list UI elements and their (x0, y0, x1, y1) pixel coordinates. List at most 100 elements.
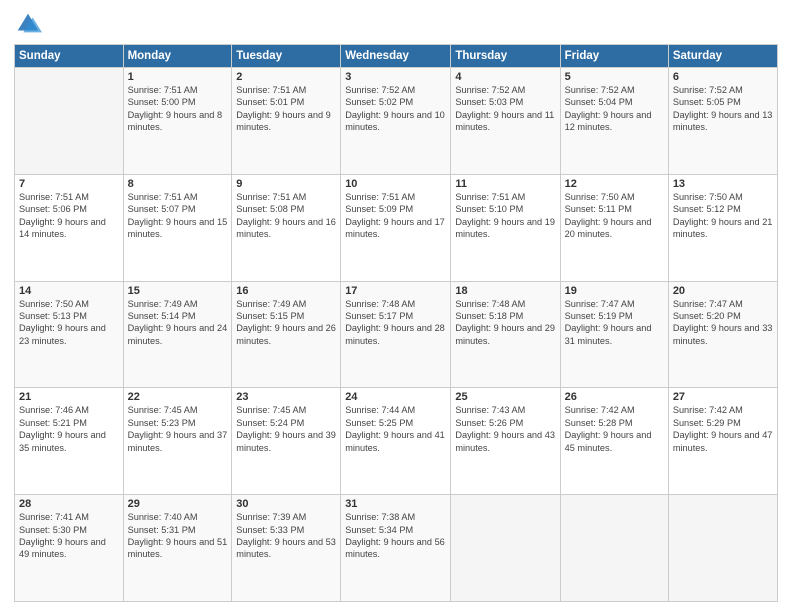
calendar-cell: 28Sunrise: 7:41 AMSunset: 5:30 PMDayligh… (15, 495, 124, 602)
day-info: Sunrise: 7:49 AMSunset: 5:14 PMDaylight:… (128, 298, 228, 348)
day-info: Sunrise: 7:52 AMSunset: 5:02 PMDaylight:… (345, 84, 446, 134)
day-info: Sunrise: 7:51 AMSunset: 5:09 PMDaylight:… (345, 191, 446, 241)
day-info: Sunrise: 7:49 AMSunset: 5:15 PMDaylight:… (236, 298, 336, 348)
day-info: Sunrise: 7:50 AMSunset: 5:13 PMDaylight:… (19, 298, 119, 348)
calendar-cell (15, 68, 124, 175)
day-number: 26 (565, 391, 664, 403)
day-info: Sunrise: 7:42 AMSunset: 5:28 PMDaylight:… (565, 404, 664, 454)
day-number: 23 (236, 391, 336, 403)
day-number: 21 (19, 391, 119, 403)
day-number: 5 (565, 71, 664, 83)
calendar-cell: 7Sunrise: 7:51 AMSunset: 5:06 PMDaylight… (15, 174, 124, 281)
calendar-cell: 26Sunrise: 7:42 AMSunset: 5:28 PMDayligh… (560, 388, 668, 495)
day-number: 4 (455, 71, 555, 83)
page-header (14, 10, 778, 38)
calendar-cell: 19Sunrise: 7:47 AMSunset: 5:19 PMDayligh… (560, 281, 668, 388)
day-number: 31 (345, 498, 446, 510)
day-info: Sunrise: 7:50 AMSunset: 5:12 PMDaylight:… (673, 191, 773, 241)
calendar-week-5: 28Sunrise: 7:41 AMSunset: 5:30 PMDayligh… (15, 495, 778, 602)
day-info: Sunrise: 7:48 AMSunset: 5:18 PMDaylight:… (455, 298, 555, 348)
calendar-cell: 31Sunrise: 7:38 AMSunset: 5:34 PMDayligh… (341, 495, 451, 602)
day-info: Sunrise: 7:38 AMSunset: 5:34 PMDaylight:… (345, 511, 446, 561)
day-number: 11 (455, 178, 555, 190)
day-info: Sunrise: 7:48 AMSunset: 5:17 PMDaylight:… (345, 298, 446, 348)
weekday-header-saturday: Saturday (668, 45, 777, 68)
weekday-header-tuesday: Tuesday (232, 45, 341, 68)
logo (14, 10, 46, 38)
day-number: 28 (19, 498, 119, 510)
calendar-cell: 18Sunrise: 7:48 AMSunset: 5:18 PMDayligh… (451, 281, 560, 388)
calendar-cell: 1Sunrise: 7:51 AMSunset: 5:00 PMDaylight… (123, 68, 232, 175)
calendar-cell: 27Sunrise: 7:42 AMSunset: 5:29 PMDayligh… (668, 388, 777, 495)
calendar-cell: 17Sunrise: 7:48 AMSunset: 5:17 PMDayligh… (341, 281, 451, 388)
calendar-cell: 20Sunrise: 7:47 AMSunset: 5:20 PMDayligh… (668, 281, 777, 388)
day-info: Sunrise: 7:50 AMSunset: 5:11 PMDaylight:… (565, 191, 664, 241)
day-number: 24 (345, 391, 446, 403)
calendar-cell: 21Sunrise: 7:46 AMSunset: 5:21 PMDayligh… (15, 388, 124, 495)
day-number: 1 (128, 71, 228, 83)
day-info: Sunrise: 7:51 AMSunset: 5:08 PMDaylight:… (236, 191, 336, 241)
calendar-cell: 9Sunrise: 7:51 AMSunset: 5:08 PMDaylight… (232, 174, 341, 281)
calendar-cell: 30Sunrise: 7:39 AMSunset: 5:33 PMDayligh… (232, 495, 341, 602)
day-number: 3 (345, 71, 446, 83)
day-number: 14 (19, 285, 119, 297)
day-number: 30 (236, 498, 336, 510)
weekday-header-thursday: Thursday (451, 45, 560, 68)
calendar-cell (668, 495, 777, 602)
day-number: 7 (19, 178, 119, 190)
calendar-cell: 13Sunrise: 7:50 AMSunset: 5:12 PMDayligh… (668, 174, 777, 281)
day-number: 2 (236, 71, 336, 83)
calendar-week-4: 21Sunrise: 7:46 AMSunset: 5:21 PMDayligh… (15, 388, 778, 495)
day-number: 6 (673, 71, 773, 83)
calendar-week-1: 1Sunrise: 7:51 AMSunset: 5:00 PMDaylight… (15, 68, 778, 175)
calendar-cell (560, 495, 668, 602)
day-info: Sunrise: 7:51 AMSunset: 5:00 PMDaylight:… (128, 84, 228, 134)
calendar-cell: 10Sunrise: 7:51 AMSunset: 5:09 PMDayligh… (341, 174, 451, 281)
calendar-cell: 12Sunrise: 7:50 AMSunset: 5:11 PMDayligh… (560, 174, 668, 281)
day-number: 9 (236, 178, 336, 190)
weekday-header-friday: Friday (560, 45, 668, 68)
calendar-cell: 25Sunrise: 7:43 AMSunset: 5:26 PMDayligh… (451, 388, 560, 495)
weekday-header-sunday: Sunday (15, 45, 124, 68)
day-info: Sunrise: 7:45 AMSunset: 5:24 PMDaylight:… (236, 404, 336, 454)
calendar-cell: 5Sunrise: 7:52 AMSunset: 5:04 PMDaylight… (560, 68, 668, 175)
calendar-page: SundayMondayTuesdayWednesdayThursdayFrid… (0, 0, 792, 612)
day-number: 17 (345, 285, 446, 297)
calendar-cell: 23Sunrise: 7:45 AMSunset: 5:24 PMDayligh… (232, 388, 341, 495)
day-info: Sunrise: 7:51 AMSunset: 5:06 PMDaylight:… (19, 191, 119, 241)
day-number: 19 (565, 285, 664, 297)
day-info: Sunrise: 7:43 AMSunset: 5:26 PMDaylight:… (455, 404, 555, 454)
calendar-cell: 3Sunrise: 7:52 AMSunset: 5:02 PMDaylight… (341, 68, 451, 175)
day-number: 22 (128, 391, 228, 403)
calendar-cell: 15Sunrise: 7:49 AMSunset: 5:14 PMDayligh… (123, 281, 232, 388)
logo-icon (14, 10, 42, 38)
day-info: Sunrise: 7:40 AMSunset: 5:31 PMDaylight:… (128, 511, 228, 561)
day-info: Sunrise: 7:46 AMSunset: 5:21 PMDaylight:… (19, 404, 119, 454)
day-number: 13 (673, 178, 773, 190)
day-info: Sunrise: 7:52 AMSunset: 5:03 PMDaylight:… (455, 84, 555, 134)
weekday-row: SundayMondayTuesdayWednesdayThursdayFrid… (15, 45, 778, 68)
calendar-cell: 6Sunrise: 7:52 AMSunset: 5:05 PMDaylight… (668, 68, 777, 175)
day-number: 25 (455, 391, 555, 403)
day-info: Sunrise: 7:39 AMSunset: 5:33 PMDaylight:… (236, 511, 336, 561)
day-number: 18 (455, 285, 555, 297)
day-info: Sunrise: 7:52 AMSunset: 5:04 PMDaylight:… (565, 84, 664, 134)
calendar-cell: 24Sunrise: 7:44 AMSunset: 5:25 PMDayligh… (341, 388, 451, 495)
day-number: 10 (345, 178, 446, 190)
day-info: Sunrise: 7:51 AMSunset: 5:07 PMDaylight:… (128, 191, 228, 241)
day-info: Sunrise: 7:42 AMSunset: 5:29 PMDaylight:… (673, 404, 773, 454)
calendar-cell (451, 495, 560, 602)
calendar-cell: 16Sunrise: 7:49 AMSunset: 5:15 PMDayligh… (232, 281, 341, 388)
calendar-cell: 4Sunrise: 7:52 AMSunset: 5:03 PMDaylight… (451, 68, 560, 175)
calendar-header: SundayMondayTuesdayWednesdayThursdayFrid… (15, 45, 778, 68)
calendar-cell: 29Sunrise: 7:40 AMSunset: 5:31 PMDayligh… (123, 495, 232, 602)
calendar-body: 1Sunrise: 7:51 AMSunset: 5:00 PMDaylight… (15, 68, 778, 602)
calendar-cell: 22Sunrise: 7:45 AMSunset: 5:23 PMDayligh… (123, 388, 232, 495)
calendar-week-2: 7Sunrise: 7:51 AMSunset: 5:06 PMDaylight… (15, 174, 778, 281)
day-number: 16 (236, 285, 336, 297)
calendar-table: SundayMondayTuesdayWednesdayThursdayFrid… (14, 44, 778, 602)
calendar-cell: 11Sunrise: 7:51 AMSunset: 5:10 PMDayligh… (451, 174, 560, 281)
calendar-cell: 2Sunrise: 7:51 AMSunset: 5:01 PMDaylight… (232, 68, 341, 175)
day-info: Sunrise: 7:51 AMSunset: 5:01 PMDaylight:… (236, 84, 336, 134)
day-info: Sunrise: 7:52 AMSunset: 5:05 PMDaylight:… (673, 84, 773, 134)
